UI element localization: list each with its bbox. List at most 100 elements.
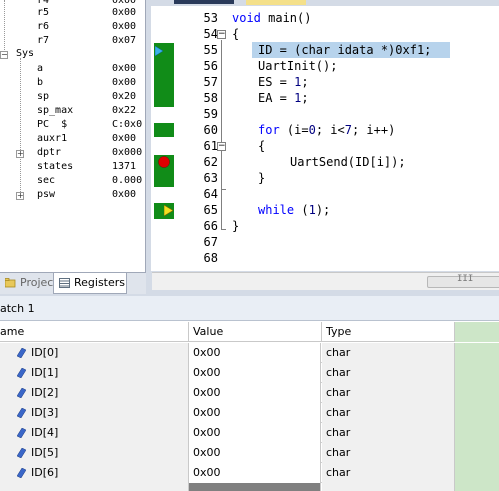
line-number: 67 bbox=[203, 235, 218, 249]
variable-icon bbox=[17, 448, 26, 458]
code-line[interactable]: } bbox=[232, 218, 239, 234]
breakpoint-icon[interactable] bbox=[158, 156, 170, 168]
register-value: C:0x0 bbox=[112, 119, 143, 130]
code-line[interactable]: while (1); bbox=[258, 202, 330, 218]
register-group-sys[interactable]: Sys bbox=[16, 48, 34, 59]
tab-project[interactable]: Project bbox=[0, 273, 58, 294]
watch-name-cell bbox=[0, 483, 189, 491]
column-header-name[interactable]: ame bbox=[0, 322, 189, 342]
watch-filler bbox=[455, 343, 499, 363]
line-number: 68 bbox=[203, 251, 218, 265]
editor-tab[interactable] bbox=[246, 0, 306, 5]
register-value: 0x22 bbox=[112, 105, 137, 116]
fold-collapse-icon[interactable]: − bbox=[217, 142, 226, 151]
register-row[interactable]: r7 0x07 bbox=[0, 34, 145, 48]
register-name: dptr bbox=[37, 147, 62, 158]
line-number: 61 bbox=[203, 139, 218, 153]
register-value: 0x07 bbox=[112, 35, 137, 46]
code-line[interactable]: } bbox=[258, 170, 265, 186]
watch-value-cell[interactable]: 0x00 bbox=[189, 343, 321, 363]
watch-type-cell bbox=[322, 483, 455, 491]
watch-name-cell[interactable]: ID[0] bbox=[0, 343, 189, 363]
register-row[interactable]: r6 0x00 bbox=[0, 20, 145, 34]
register-row[interactable]: sp_max 0x22 bbox=[0, 104, 145, 118]
line-number: 55 bbox=[203, 43, 218, 57]
collapse-icon[interactable]: − bbox=[0, 51, 8, 59]
register-row[interactable]: b 0x00 bbox=[0, 76, 145, 90]
code-line[interactable]: void main() bbox=[232, 10, 311, 26]
variable-icon bbox=[17, 348, 26, 358]
line-number: 64 bbox=[203, 187, 218, 201]
register-row[interactable]: psw 0x00 bbox=[0, 188, 145, 202]
watch-filler bbox=[455, 463, 499, 483]
editor-pane: 53 54 55 56 57 58 59 60 61 62 63 64 65 6… bbox=[146, 0, 499, 294]
tab-registers[interactable]: Registers bbox=[53, 273, 127, 294]
code-line[interactable]: for (i=0; i<7; i++) bbox=[258, 122, 395, 138]
watch-value-cell[interactable]: 0x00 bbox=[189, 403, 321, 423]
scrollbar-thumb[interactable]: III bbox=[427, 274, 499, 288]
line-number: 59 bbox=[203, 107, 218, 121]
register-row[interactable]: sp 0x20 bbox=[0, 90, 145, 104]
watch-name-cell[interactable]: ID[4] bbox=[0, 423, 189, 443]
line-number: 66 bbox=[203, 219, 218, 233]
code-line[interactable]: { bbox=[258, 138, 265, 154]
watch-row[interactable]: ID[5] 0x00 char bbox=[0, 443, 499, 463]
watch-row[interactable]: ID[6] 0x00 char bbox=[0, 463, 499, 483]
horizontal-scrollbar[interactable]: III bbox=[152, 272, 499, 290]
line-number: 65 bbox=[203, 203, 218, 217]
project-icon bbox=[5, 278, 16, 288]
watch-title: atch 1 bbox=[0, 302, 35, 315]
register-value: 0x00 bbox=[112, 63, 137, 74]
code-line[interactable]: EA = 1; bbox=[258, 90, 309, 106]
register-row[interactable]: PC $ C:0x0 bbox=[0, 118, 145, 132]
watch-value-cell[interactable]: 0x00 bbox=[189, 423, 321, 443]
code-line[interactable]: UartSend(ID[i]); bbox=[290, 154, 406, 170]
column-header-type[interactable]: Type bbox=[322, 322, 455, 342]
watch-row[interactable]: ID[4] 0x00 char bbox=[0, 423, 499, 443]
line-number: 53 bbox=[203, 11, 218, 25]
variable-icon bbox=[17, 428, 26, 438]
watch-row[interactable]: ID[1] 0x00 char bbox=[0, 363, 499, 383]
code-line[interactable]: { bbox=[232, 26, 239, 42]
watch-row[interactable]: ID[2] 0x00 char bbox=[0, 383, 499, 403]
watch-filler bbox=[455, 423, 499, 443]
watch-name-cell[interactable]: ID[6] bbox=[0, 463, 189, 483]
register-row[interactable]: r5 0x00 bbox=[0, 6, 145, 20]
coverage-bar bbox=[154, 123, 174, 137]
editor-tab-active[interactable] bbox=[174, 0, 234, 4]
watch-name-cell[interactable]: ID[5] bbox=[0, 443, 189, 463]
watch-value-cell[interactable]: 0x00 bbox=[189, 443, 321, 463]
register-value: 0x00 bbox=[112, 21, 137, 32]
register-name: sp_max bbox=[37, 105, 74, 116]
breakpoint-gutter[interactable] bbox=[151, 6, 176, 271]
code-line[interactable]: UartInit(); bbox=[258, 58, 337, 74]
code-line-current[interactable]: ID = (char idata *)0xf1; bbox=[258, 42, 431, 58]
column-header-value[interactable]: Value bbox=[189, 322, 322, 342]
watch-value-cell[interactable]: 0x00 bbox=[189, 363, 321, 383]
execution-arrow-icon bbox=[164, 205, 173, 216]
register-value: 0x00 bbox=[112, 133, 137, 144]
register-name: r5 bbox=[37, 7, 50, 18]
tab-label: Project bbox=[20, 276, 58, 289]
register-row[interactable]: a 0x00 bbox=[0, 62, 145, 76]
watch-type-cell: char bbox=[322, 443, 455, 463]
register-row[interactable]: auxr1 0x00 bbox=[0, 132, 145, 146]
watch-name-cell[interactable]: ID[3] bbox=[0, 403, 189, 423]
fold-collapse-icon[interactable]: − bbox=[217, 30, 226, 39]
register-row[interactable]: sec 0.000 bbox=[0, 174, 145, 188]
register-row[interactable]: dptr 0x000 bbox=[0, 146, 145, 160]
watch-filler bbox=[455, 483, 499, 491]
register-value: 0.000 bbox=[112, 175, 143, 186]
watch-value-cell[interactable]: 0x00 bbox=[189, 383, 321, 403]
code-line[interactable]: ES = 1; bbox=[258, 74, 309, 90]
scroll-grip: III bbox=[457, 274, 474, 284]
code-area[interactable]: void main() { ID = (char idata *)0xf1; U… bbox=[226, 6, 499, 271]
watch-name-cell[interactable]: ID[1] bbox=[0, 363, 189, 383]
register-row[interactable]: states 1371 bbox=[0, 160, 145, 174]
watch-row-partial bbox=[0, 483, 499, 491]
watch-value-cell bbox=[189, 483, 321, 491]
watch-name-cell[interactable]: ID[2] bbox=[0, 383, 189, 403]
watch-value-cell[interactable]: 0x00 bbox=[189, 463, 321, 483]
watch-row[interactable]: ID[0] 0x00 char bbox=[0, 343, 499, 363]
watch-row[interactable]: ID[3] 0x00 char bbox=[0, 403, 499, 423]
